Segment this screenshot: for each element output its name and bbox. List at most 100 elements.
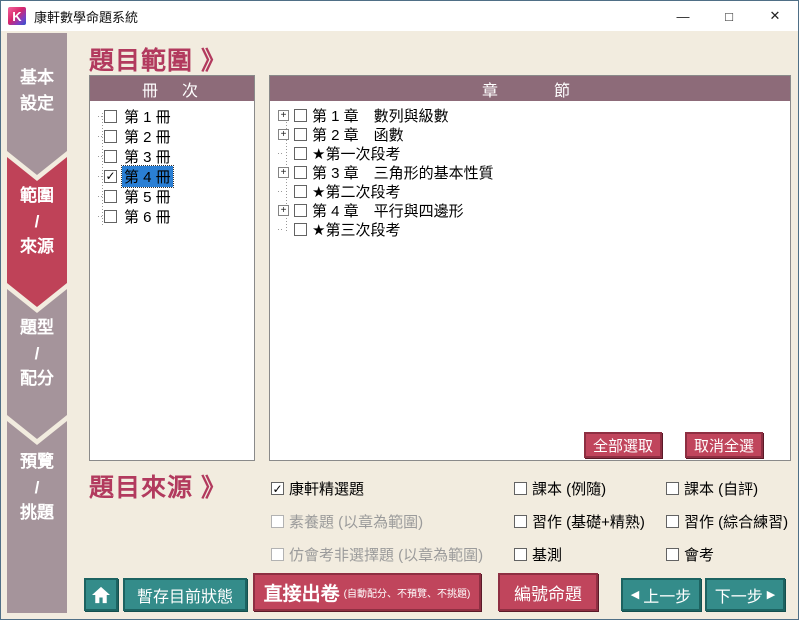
checkbox-unchecked-icon[interactable]	[514, 548, 527, 561]
source-option-textbook-selfeval[interactable]: 課本 (自評)	[666, 478, 758, 499]
home-icon	[91, 586, 111, 604]
tree-stub	[278, 191, 284, 192]
source-option-literacy: 素養題 (以章為範圍)	[271, 511, 423, 532]
volume-label[interactable]: 第 3 冊	[122, 146, 173, 167]
app-window: K 康軒數學命題系統 — □ ✕ 基本 設定 範圍 / 來源 題型 / 配分 預…	[0, 0, 799, 620]
checkbox-checked-icon[interactable]: ✓	[104, 170, 117, 183]
exam-row[interactable]: ★第二次段考	[278, 182, 790, 201]
checkbox-disabled-icon	[271, 548, 284, 561]
direct-export-label: 直接出卷	[264, 579, 340, 606]
sidebar-tab-type-score[interactable]: 題型 / 配分	[7, 289, 67, 439]
deselect-all-button[interactable]: 取消全選	[685, 432, 763, 458]
close-button[interactable]: ✕	[752, 1, 798, 31]
chapter-panel: 章 節 + 第 1 章 數列與級數 + 第 2 章 函數 ★第一次段考 +	[269, 75, 791, 461]
volume-row[interactable]: 第 3 冊	[98, 146, 254, 166]
volume-label[interactable]: 第 2 冊	[122, 126, 173, 147]
next-step-button[interactable]: 下一步 ▶	[705, 578, 785, 611]
volume-row[interactable]: 第 6 冊	[98, 206, 254, 226]
sidebar-tab-basic-settings[interactable]: 基本 設定	[7, 33, 67, 175]
sidebar-tab-range-source[interactable]: 範圍 / 來源	[7, 157, 67, 307]
volume-label[interactable]: 第 6 冊	[122, 206, 173, 227]
chapter-label[interactable]: 第 3 章 三角形的基本性質	[312, 162, 494, 183]
expand-plus-icon[interactable]: +	[278, 205, 289, 216]
source-option-kanghsuan-selected[interactable]: ✓ 康軒精選題	[271, 478, 364, 499]
expand-plus-icon[interactable]: +	[278, 129, 289, 140]
tree-stub	[278, 153, 284, 154]
source-option-label[interactable]: 習作 (綜合練習)	[684, 511, 788, 532]
source-option-label[interactable]: 課本 (自評)	[684, 478, 758, 499]
home-button[interactable]	[84, 578, 118, 611]
exam-row[interactable]: ★第三次段考	[278, 220, 790, 239]
source-option-comprehensive-exam[interactable]: 會考	[666, 544, 714, 565]
prev-step-button[interactable]: ◀ 上一步	[621, 578, 701, 611]
direct-export-button[interactable]: 直接出卷 (自動配分、不預覽、不挑題)	[253, 573, 481, 611]
checkbox-unchecked-icon[interactable]	[666, 515, 679, 528]
checkbox-unchecked-icon[interactable]	[294, 223, 307, 236]
chapter-row[interactable]: + 第 3 章 三角形的基本性質	[278, 163, 790, 182]
maximize-button[interactable]: □	[706, 1, 752, 31]
checkbox-unchecked-icon[interactable]	[666, 482, 679, 495]
chapter-row[interactable]: + 第 1 章 數列與級數	[278, 106, 790, 125]
checkbox-unchecked-icon[interactable]	[104, 130, 117, 143]
exam-row[interactable]: ★第一次段考	[278, 144, 790, 163]
volume-row[interactable]: 第 2 冊	[98, 126, 254, 146]
volume-label[interactable]: 第 5 冊	[122, 186, 173, 207]
tree-spacer	[278, 191, 294, 192]
checkbox-unchecked-icon[interactable]	[104, 150, 117, 163]
exam-label[interactable]: ★第一次段考	[312, 143, 400, 164]
sidebar-tab-preview-pick[interactable]: 預覽 / 挑題	[7, 421, 67, 613]
chapter-row[interactable]: + 第 4 章 平行與四邊形	[278, 201, 790, 220]
window-titlebar: K 康軒數學命題系統 — □ ✕	[1, 1, 798, 31]
source-option-workbook-basic[interactable]: 習作 (基礎+精熟)	[514, 511, 645, 532]
tree-spacer	[278, 153, 294, 154]
source-option-workbook-comprehensive[interactable]: 習作 (綜合練習)	[666, 511, 788, 532]
expand-plus-icon[interactable]: +	[278, 110, 289, 121]
volume-row-selected[interactable]: ✓ 第 4 冊	[98, 166, 254, 186]
source-option-mock-exam-nonchoice: 仿會考非選擇題 (以章為範圍)	[271, 544, 483, 565]
minimize-button[interactable]: —	[660, 1, 706, 31]
exam-label[interactable]: ★第二次段考	[312, 181, 400, 202]
checkbox-unchecked-icon[interactable]	[294, 128, 307, 141]
checkbox-checked-icon[interactable]: ✓	[271, 482, 284, 495]
tree-stub	[278, 229, 284, 230]
checkbox-unchecked-icon[interactable]	[294, 166, 307, 179]
chapter-label[interactable]: 第 2 章 函數	[312, 124, 404, 145]
source-section-title: 題目來源 》	[89, 468, 227, 504]
source-option-basic-test[interactable]: 基測	[514, 544, 562, 565]
source-option-label[interactable]: 課本 (例隨)	[532, 478, 606, 499]
volume-row[interactable]: 第 5 冊	[98, 186, 254, 206]
checkbox-unchecked-icon[interactable]	[104, 110, 117, 123]
checkbox-unchecked-icon[interactable]	[104, 210, 117, 223]
tree-spacer	[278, 229, 294, 230]
source-option-label[interactable]: 康軒精選題	[289, 478, 364, 499]
source-option-textbook-example[interactable]: 課本 (例隨)	[514, 478, 606, 499]
checkbox-unchecked-icon[interactable]	[514, 515, 527, 528]
source-option-label[interactable]: 基測	[532, 544, 562, 565]
chapter-row[interactable]: + 第 2 章 函數	[278, 125, 790, 144]
chapter-panel-header: 章 節	[270, 76, 790, 101]
volume-label[interactable]: 第 1 冊	[122, 106, 173, 127]
numbering-button[interactable]: 編號命題	[498, 573, 598, 611]
checkbox-disabled-icon	[271, 515, 284, 528]
exam-label[interactable]: ★第三次段考	[312, 219, 400, 240]
checkbox-unchecked-icon[interactable]	[104, 190, 117, 203]
checkbox-unchecked-icon[interactable]	[294, 185, 307, 198]
range-section-title: 題目範圍 》	[89, 41, 227, 77]
save-state-button[interactable]: 暫存目前狀態	[123, 578, 247, 611]
chapter-label[interactable]: 第 4 章 平行與四邊形	[312, 200, 464, 221]
checkbox-unchecked-icon[interactable]	[514, 482, 527, 495]
checkbox-unchecked-icon[interactable]	[666, 548, 679, 561]
source-option-label[interactable]: 習作 (基礎+精熟)	[532, 511, 645, 532]
expand-plus-icon[interactable]: +	[278, 167, 289, 178]
checkbox-unchecked-icon[interactable]	[294, 147, 307, 160]
app-logo-icon: K	[8, 7, 26, 25]
source-option-label[interactable]: 會考	[684, 544, 714, 565]
chapter-label[interactable]: 第 1 章 數列與級數	[312, 105, 449, 126]
volume-label-selected[interactable]: 第 4 冊	[122, 166, 173, 187]
volume-row[interactable]: 第 1 冊	[98, 106, 254, 126]
checkbox-unchecked-icon[interactable]	[294, 204, 307, 217]
next-step-label: 下一步	[715, 583, 763, 607]
volume-tree: 第 1 冊 第 2 冊 第 3 冊 ✓ 第 4 冊 第 5 冊	[90, 101, 254, 226]
select-all-button[interactable]: 全部選取	[584, 432, 662, 458]
checkbox-unchecked-icon[interactable]	[294, 109, 307, 122]
